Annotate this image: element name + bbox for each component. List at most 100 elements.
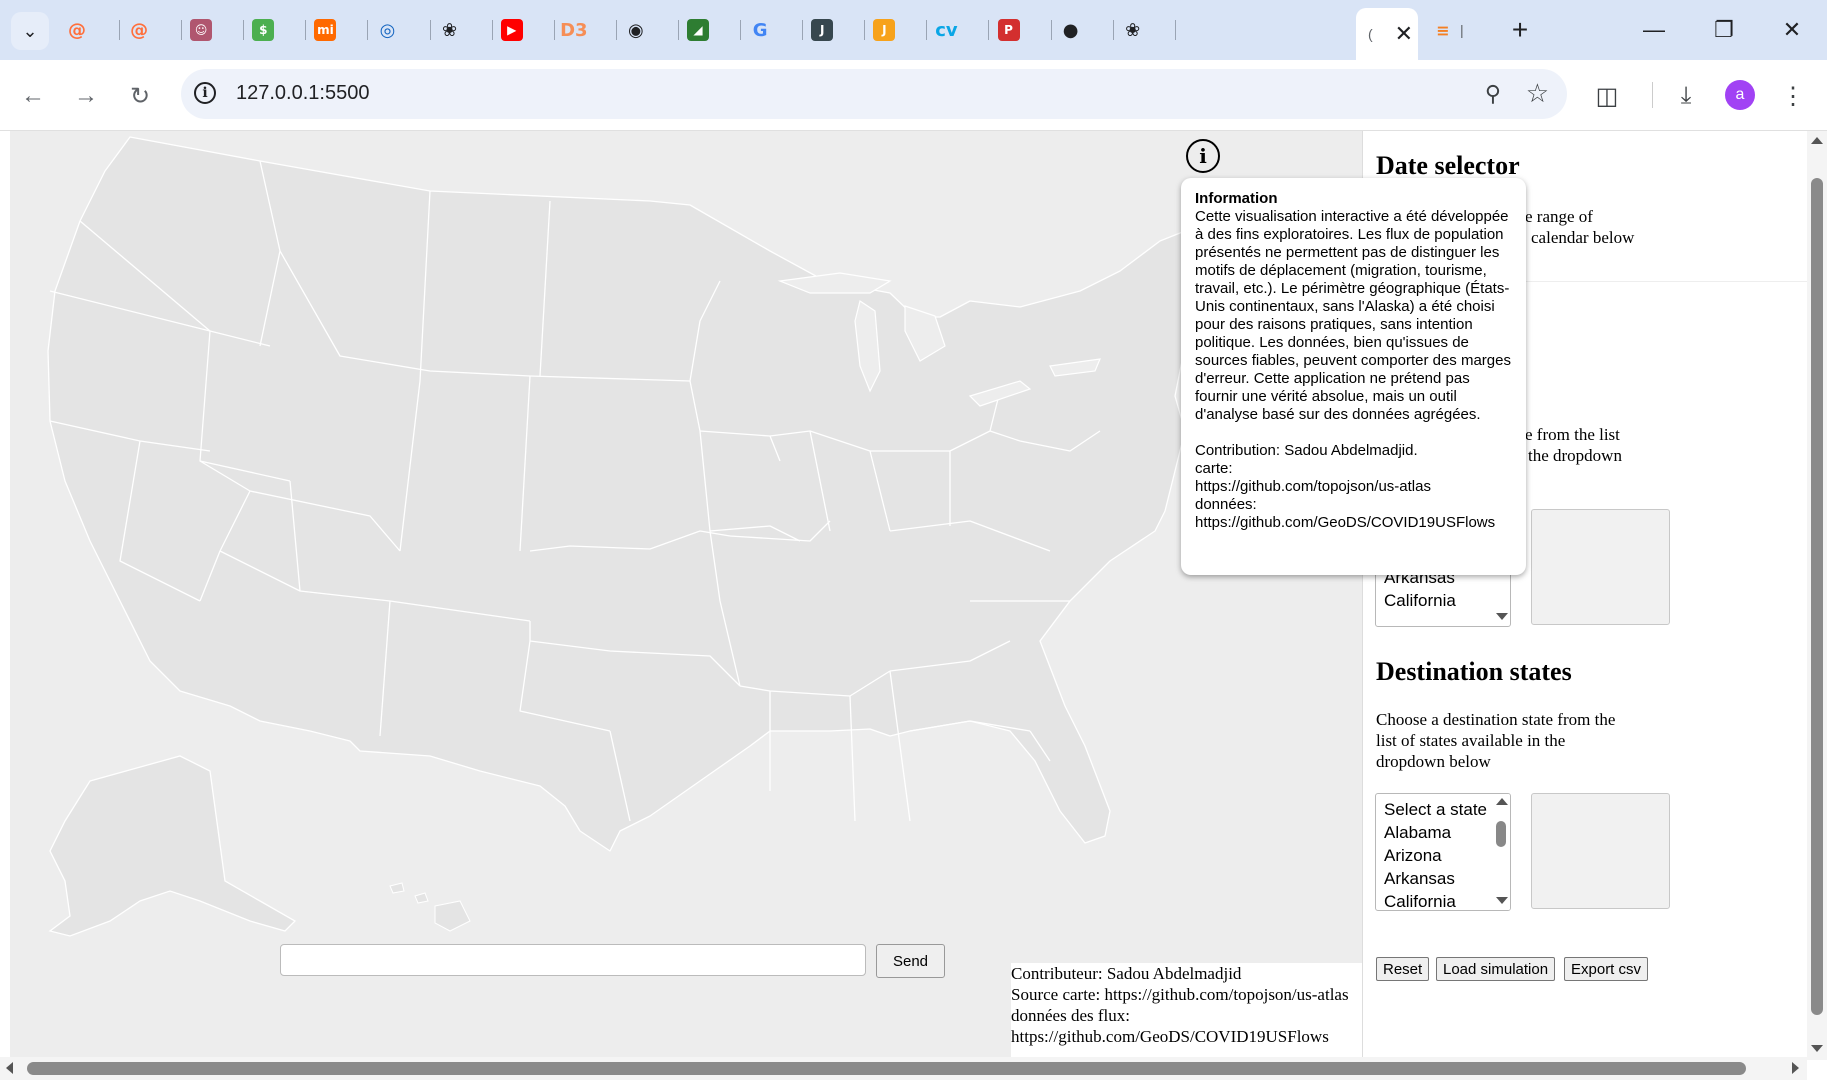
minimize-button[interactable]: — <box>1624 10 1684 50</box>
close-window-button[interactable]: ✕ <box>1762 10 1822 50</box>
url-text[interactable]: 127.0.0.1:5500 <box>236 82 369 105</box>
new-tab-button[interactable]: + <box>1504 14 1536 46</box>
browser-tab[interactable]: @ <box>58 14 120 46</box>
scroll-right-icon[interactable] <box>1792 1062 1799 1074</box>
tooltip-carte-label: carte: <box>1195 460 1233 477</box>
info-icon: i <box>1199 144 1207 168</box>
active-tab-favicon: ( <box>1368 26 1373 42</box>
mi-logo-icon: mi <box>314 19 337 41</box>
credits-map-source: Source carte: https://github.com/topojso… <box>1011 985 1349 1004</box>
scroll-down-icon[interactable] <box>1496 613 1508 620</box>
export-csv-button[interactable]: Export csv <box>1564 957 1649 981</box>
us-map <box>47 136 1211 937</box>
send-button[interactable]: Send <box>876 944 945 978</box>
date-selector-desc-1: e range of <box>1525 207 1593 226</box>
destination-option[interactable]: California <box>1376 890 1487 910</box>
page-vertical-scrollbar[interactable] <box>1807 131 1827 1060</box>
png-pdf-icon: P <box>997 19 1020 41</box>
scroll-up-icon[interactable] <box>1811 137 1823 144</box>
bookmark-star-icon[interactable]: ☆ <box>1526 78 1549 109</box>
browser-tab[interactable]: P <box>990 14 1052 46</box>
target-icon: ◎ <box>379 19 396 41</box>
browser-tab[interactable]: ◢ <box>679 14 741 46</box>
browser-toolbar: ← → ↻ i 127.0.0.1:5500 ⚲ ☆ ◫ ⤓ a ⋮ <box>0 60 1827 131</box>
browser-tab[interactable]: mi <box>306 14 369 46</box>
info-button[interactable]: i <box>1186 139 1220 173</box>
chat-input[interactable] <box>280 944 866 976</box>
menu-kebab-icon[interactable]: ⋮ <box>1775 78 1811 114</box>
destination-option[interactable]: Arizona <box>1376 844 1487 867</box>
tooltip-donnees-url: https://github.com/GeoDS/COVID19USFlows <box>1195 514 1496 531</box>
reset-button[interactable]: Reset <box>1376 957 1430 981</box>
job-icon: J <box>811 19 834 41</box>
destination-option[interactable]: Select a state <box>1376 798 1487 821</box>
tooltip-contribution: Contribution: Sadou Abdelmadjid. <box>1195 442 1418 459</box>
browser-tab[interactable]: ❀ <box>431 14 493 46</box>
scroll-down-icon[interactable] <box>1496 897 1508 904</box>
scroll-thumb[interactable] <box>27 1062 1746 1075</box>
download-icon[interactable]: ⤓ <box>1668 78 1704 114</box>
load-simulation-button[interactable]: Load simulation <box>1436 957 1556 981</box>
site-info-icon[interactable]: i <box>194 82 216 104</box>
browser-tab[interactable]: J <box>865 14 928 46</box>
origin-desc-2: the dropdown <box>1528 446 1622 465</box>
page-horizontal-scrollbar[interactable] <box>0 1057 1807 1080</box>
destination-option[interactable]: Alabama <box>1376 821 1487 844</box>
us-land <box>47 136 1211 852</box>
credits-flows-label: données des flux: <box>1011 1006 1130 1025</box>
tab-stackoverflow[interactable]: ≡ | <box>1424 14 1494 46</box>
profile-avatar[interactable]: a <box>1725 80 1755 110</box>
info-tooltip: Information Cette visualisation interact… <box>1181 178 1526 575</box>
credits-flows-url: https://github.com/GeoDS/COVID19USFlows <box>1011 1027 1329 1046</box>
swirl-icon: @ <box>68 19 86 41</box>
browser-tab[interactable]: J <box>803 14 866 46</box>
back-button[interactable]: ← <box>15 78 51 114</box>
origin-option[interactable]: California <box>1376 589 1456 612</box>
zoom-icon[interactable]: ⚲ <box>1485 81 1501 107</box>
date-selector-title: Date selector <box>1376 151 1520 180</box>
browser-tab[interactable]: ● <box>1052 14 1114 46</box>
close-tab-icon[interactable]: ✕ <box>1395 21 1413 47</box>
page-content: Send Contributeur: Sadou Abdelmadjid Sou… <box>0 131 1827 1080</box>
swirl-icon: @ <box>130 19 149 41</box>
browser-tab[interactable]: cv <box>927 14 990 46</box>
browser-tab[interactable]: D3 <box>555 14 617 46</box>
destination-title: Destination states <box>1376 657 1572 686</box>
tooltip-donnees-label: données: <box>1195 496 1257 513</box>
browser-tab[interactable]: @ <box>120 14 183 46</box>
forward-button[interactable]: → <box>68 78 104 114</box>
scroll-down-icon[interactable] <box>1811 1045 1823 1052</box>
minimize-icon: — <box>1643 17 1665 42</box>
restore-icon: ❐ <box>1714 17 1734 42</box>
extensions-icon[interactable]: ◫ <box>1589 78 1625 114</box>
scroll-left-icon[interactable] <box>6 1062 13 1074</box>
arrow-right-icon: → <box>74 82 98 109</box>
browser-tab[interactable]: ◉ <box>617 14 679 46</box>
destination-option[interactable]: Arkansas <box>1376 867 1487 890</box>
close-icon: ✕ <box>1782 17 1802 42</box>
browser-tab[interactable]: $ <box>244 14 307 46</box>
job-icon: J <box>873 19 896 41</box>
browser-tab[interactable]: ◎ <box>369 14 431 46</box>
map-container: Send Contributeur: Sadou Abdelmadjid Sou… <box>10 131 1362 1057</box>
browser-tab[interactable]: ❀ <box>1114 14 1176 46</box>
scroll-up-icon[interactable] <box>1496 798 1508 805</box>
destination-list-scrollbar[interactable] <box>1492 794 1510 910</box>
scroll-thumb[interactable] <box>1811 178 1823 1015</box>
restore-button[interactable]: ❐ <box>1694 10 1754 50</box>
toolbar-divider <box>1652 82 1653 108</box>
reload-button[interactable]: ↻ <box>122 78 158 114</box>
scroll-thumb[interactable] <box>1496 821 1506 847</box>
browser-tab[interactable]: ☺ <box>182 14 245 46</box>
destination-selected-box <box>1531 793 1670 909</box>
tab-search-button[interactable]: ⌄ <box>11 12 49 50</box>
browser-tab[interactable]: ▶ <box>493 14 555 46</box>
google-icon: G <box>752 19 768 41</box>
origin-selected-box <box>1531 509 1670 625</box>
credits-box: Contributeur: Sadou Abdelmadjid Source c… <box>1011 963 1362 1057</box>
active-tab[interactable]: ( ✕ <box>1356 8 1418 60</box>
browser-tab[interactable]: G <box>741 14 804 46</box>
destination-state-list[interactable]: Select a state Alabama Arizona Arkansas … <box>1375 793 1511 911</box>
destination-desc-3: dropdown below <box>1376 752 1491 771</box>
address-bar[interactable]: i 127.0.0.1:5500 ⚲ ☆ <box>181 69 1567 119</box>
